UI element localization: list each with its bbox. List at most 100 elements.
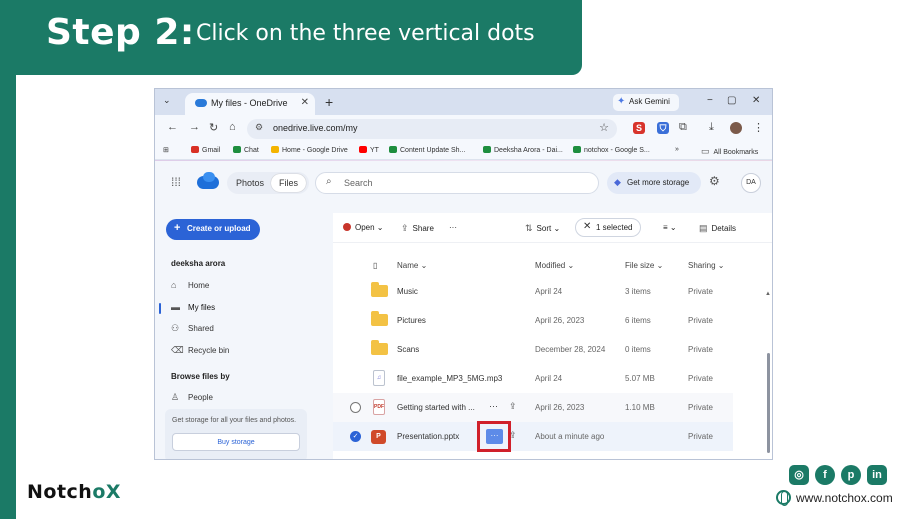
file-sharing: Private <box>688 345 713 354</box>
tab-title: My files - OneDrive <box>211 98 288 108</box>
table-row[interactable]: ♫ file_example_MP3_5MG.mp3 April 24 5.07… <box>333 364 733 393</box>
search-input[interactable]: ⌕ Search <box>315 172 599 194</box>
sheets-icon <box>483 146 491 153</box>
file-name[interactable]: Scans <box>397 345 419 354</box>
address-bar[interactable]: ⚙ onedrive.live.com/my ☆ <box>247 119 617 139</box>
site-info-icon[interactable]: ⚙ <box>255 122 263 133</box>
bookmark-google-drive[interactable]: Home - Google Drive <box>271 146 348 154</box>
active-indicator <box>159 303 161 314</box>
pinterest-icon[interactable]: p <box>841 465 861 485</box>
folder-icon <box>371 282 388 297</box>
row-share-icon[interactable]: ⇪ <box>509 401 517 412</box>
extensions-puzzle-icon[interactable]: ⧉ <box>679 121 687 134</box>
table-row[interactable]: Music April 24 3 items Private <box>333 277 733 306</box>
column-modified[interactable]: Modified ⌄ <box>535 261 574 270</box>
plus-icon: + <box>174 222 181 234</box>
row-selected-check[interactable]: ✓ <box>350 431 361 442</box>
bookmark-deeksha[interactable]: Deeksha Arora - Dai... <box>483 146 563 154</box>
browser-tab[interactable]: My files - OneDrive ✕ <box>185 93 315 115</box>
sidebar-item-recycle-bin[interactable]: ⌫ Recycle bin <box>171 345 229 355</box>
file-name[interactable]: Getting started with ... <box>397 403 475 412</box>
close-tab-icon[interactable]: ✕ <box>301 97 309 108</box>
instagram-icon[interactable]: ◎ <box>789 465 809 485</box>
file-name[interactable]: Pictures <box>397 316 426 325</box>
column-name[interactable]: Name ⌄ <box>397 261 427 270</box>
apps-grid-icon[interactable]: ⊞ <box>163 146 169 154</box>
bookmark-content-update[interactable]: Content Update Sh... <box>389 146 465 154</box>
tab-photos[interactable]: Photos <box>230 174 270 192</box>
sidebar-item-shared[interactable]: ⚇ Shared <box>171 323 214 333</box>
table-row[interactable]: Pictures April 26, 2023 6 items Private <box>333 306 733 335</box>
share-button[interactable]: ⇪ Share <box>401 223 434 234</box>
close-window-button[interactable]: ✕ <box>752 95 760 106</box>
bookmark-star-icon[interactable]: ☆ <box>599 121 609 134</box>
column-file-size[interactable]: File size ⌄ <box>625 261 663 270</box>
sidebar-item-people[interactable]: ♙ People <box>171 392 213 402</box>
view-switcher: Photos Files <box>227 172 309 194</box>
create-or-upload-button[interactable]: + Create or upload <box>166 219 260 240</box>
extension-shield-icon[interactable]: ⛉ <box>657 122 669 134</box>
tab-files[interactable]: Files <box>271 174 306 192</box>
home-icon[interactable]: ⌂ <box>229 121 236 133</box>
file-name[interactable]: file_example_MP3_5MG.mp3 <box>397 374 502 383</box>
sheets-icon <box>573 146 581 153</box>
sidebar-item-my-files[interactable]: ▬ My files <box>171 302 215 312</box>
table-row-selected[interactable]: ✓ P Presentation.pptx ··· ⇪ About a minu… <box>333 422 733 451</box>
bookmark-youtube[interactable]: YT <box>359 146 379 154</box>
file-sharing: Private <box>688 403 713 412</box>
linkedin-icon[interactable]: in <box>867 465 887 485</box>
search-icon: ⌕ <box>326 176 332 187</box>
download-icon[interactable]: ⤓ <box>709 121 714 134</box>
bookmark-notchox[interactable]: notchox - Google S... <box>573 146 650 154</box>
step-description: Click on the three vertical dots <box>196 21 535 46</box>
selection-indicator[interactable]: ✕ 1 selected <box>575 218 641 237</box>
view-options-button[interactable]: ≡ ⌄ <box>663 223 677 232</box>
table-row[interactable]: PDF Getting started with ... ··· ⇪ April… <box>333 393 733 422</box>
minimize-button[interactable]: − <box>707 95 713 106</box>
reload-icon[interactable]: ↻ <box>209 121 218 134</box>
more-commands-button[interactable]: ··· <box>449 223 457 232</box>
file-sharing: Private <box>688 316 713 325</box>
website-link[interactable]: www.notchox.com <box>796 491 893 505</box>
file-sharing: Private <box>688 374 713 383</box>
sort-button[interactable]: ⇅ Sort ⌄ <box>525 223 560 234</box>
bookmark-chat[interactable]: Chat <box>233 146 259 154</box>
row-select-radio[interactable] <box>350 402 361 413</box>
scrollbar[interactable] <box>767 353 770 453</box>
row-more-button[interactable]: ··· <box>489 401 498 411</box>
facebook-icon[interactable]: f <box>815 465 835 485</box>
forward-icon[interactable]: → <box>189 121 200 133</box>
profile-avatar-icon[interactable] <box>730 122 742 134</box>
file-name[interactable]: Music <box>397 287 418 296</box>
get-more-storage-button[interactable]: ◆ Get more storage <box>607 172 701 194</box>
maximize-button[interactable]: ▢ <box>727 95 736 106</box>
settings-gear-icon[interactable]: ⚙ <box>709 174 720 188</box>
sidebar-item-home[interactable]: ⌂ Home <box>171 280 209 290</box>
tab-search-icon[interactable]: ⌄ <box>163 95 171 106</box>
all-bookmarks[interactable]: ▭ All Bookmarks <box>701 146 758 157</box>
file-name[interactable]: Presentation.pptx <box>397 432 459 441</box>
browser-menu-icon[interactable]: ⋮ <box>753 121 764 134</box>
ask-gemini-button[interactable]: ✦ Ask Gemini <box>613 94 679 111</box>
onedrive-app: ⁞⁞⁞ Photos Files ⌕ Search ◆ Get more sto… <box>155 161 772 459</box>
app-launcher-icon[interactable]: ⁞⁞⁞ <box>171 175 181 189</box>
onedrive-logo[interactable] <box>197 172 219 189</box>
back-icon[interactable]: ← <box>167 121 178 133</box>
folder-icon <box>371 311 388 326</box>
buy-storage-button[interactable]: Buy storage <box>172 433 300 451</box>
tab-bar: ⌄ My files - OneDrive ✕ + ✦ Ask Gemini −… <box>155 89 772 115</box>
storage-button-label: Get more storage <box>627 178 690 187</box>
extension-s-icon[interactable]: S <box>633 122 645 134</box>
table-row[interactable]: Scans December 28, 2024 0 items Private <box>333 335 733 364</box>
powerpoint-file-icon: P <box>371 430 386 444</box>
scroll-up-arrow-icon[interactable]: ▲ <box>765 291 771 297</box>
new-tab-button[interactable]: + <box>325 94 333 110</box>
column-sharing[interactable]: Sharing ⌄ <box>688 261 725 270</box>
bookmark-gmail[interactable]: Gmail <box>191 146 220 154</box>
clear-selection-icon[interactable]: ✕ <box>583 221 591 232</box>
details-button[interactable]: ▤ Details <box>699 223 736 234</box>
open-button[interactable]: Open ⌄ <box>343 223 384 232</box>
bookmarks-overflow[interactable]: » <box>675 146 679 153</box>
step-title: Step 2: <box>46 12 195 53</box>
account-avatar[interactable]: DA <box>741 173 761 193</box>
